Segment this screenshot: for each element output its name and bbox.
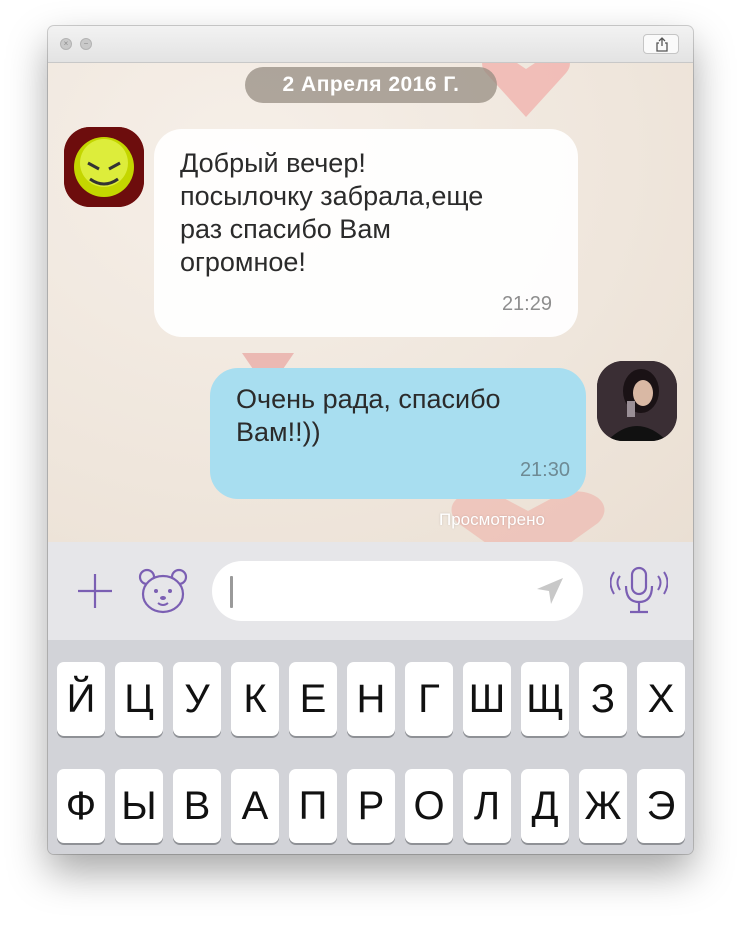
key[interactable]: Ш — [463, 662, 511, 736]
key[interactable]: О — [405, 769, 453, 843]
key[interactable]: Ж — [579, 769, 627, 843]
key[interactable]: К — [231, 662, 279, 736]
incoming-message-bubble[interactable]: Добрый вечер! посылочку забрала,еще раз … — [154, 129, 578, 337]
message-input[interactable] — [212, 561, 583, 621]
key[interactable]: Э — [637, 769, 685, 843]
key[interactable]: Н — [347, 662, 395, 736]
smiley-avatar-icon — [64, 127, 144, 207]
minimize-window-button[interactable]: − — [80, 38, 92, 50]
key[interactable]: Х — [637, 662, 685, 736]
key[interactable]: Й — [57, 662, 105, 736]
app-window: × − 2 Апреля 2016 Г. Добрый вечер! посыл… — [48, 26, 693, 854]
message-text-line: Очень рада, спасибо — [236, 384, 501, 414]
message-text-line: посылочку забрала,еще — [180, 181, 484, 211]
on-screen-keyboard: Й Ц У К Е Н Г Ш Щ З Х Ф Ы В А П Р О Л Д … — [48, 640, 693, 854]
plus-icon[interactable] — [76, 572, 114, 610]
contact-avatar[interactable] — [64, 127, 144, 207]
key[interactable]: У — [173, 662, 221, 736]
message-timestamp: 21:29 — [501, 293, 552, 315]
close-window-button[interactable]: × — [60, 38, 72, 50]
chat-area[interactable]: 2 Апреля 2016 Г. Добрый вечер! посылочку… — [48, 63, 693, 542]
message-input-bar — [48, 542, 693, 640]
key[interactable]: Г — [405, 662, 453, 736]
seen-status: Просмотрено — [439, 510, 545, 529]
message-text-line: огромное! — [180, 247, 306, 277]
send-arrow-icon[interactable] — [535, 576, 565, 606]
message-timestamp: 21:30 — [519, 459, 570, 481]
sticker-bear-icon[interactable] — [137, 567, 189, 615]
key[interactable]: П — [289, 769, 337, 843]
user-photo-icon — [597, 361, 677, 441]
share-button[interactable] — [643, 34, 679, 54]
share-icon — [656, 37, 668, 52]
key[interactable]: Е — [289, 662, 337, 736]
title-bar: × − — [48, 26, 693, 63]
user-avatar[interactable] — [597, 361, 677, 441]
key[interactable]: Р — [347, 769, 395, 843]
key[interactable]: Л — [463, 769, 511, 843]
key[interactable]: Ы — [115, 769, 163, 843]
message-text-line: раз спасибо Вам — [180, 214, 391, 244]
key[interactable]: В — [173, 769, 221, 843]
key[interactable]: Д — [521, 769, 569, 843]
outgoing-message-bubble[interactable]: Очень рада, спасибо Вам!!)) 21:30 — [210, 368, 586, 499]
message-text-line: Вам!!)) — [236, 417, 321, 447]
key[interactable]: Ц — [115, 662, 163, 736]
microphone-icon[interactable] — [610, 564, 668, 616]
key[interactable]: З — [579, 662, 627, 736]
date-separator: 2 Апреля 2016 Г. — [245, 67, 497, 103]
key[interactable]: Щ — [521, 662, 569, 736]
text-caret — [230, 576, 233, 608]
key[interactable]: А — [231, 769, 279, 843]
key[interactable]: Ф — [57, 769, 105, 843]
message-text-line: Добрый вечер! — [180, 148, 366, 178]
